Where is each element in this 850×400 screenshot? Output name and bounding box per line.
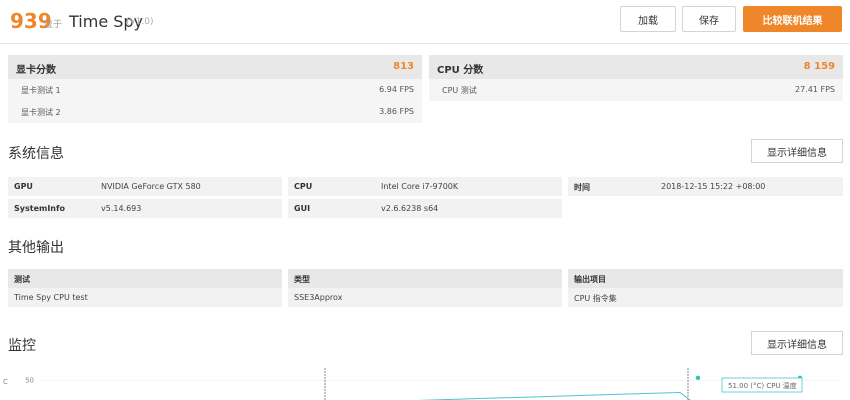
output-value-type: SSE3Approx: [288, 288, 562, 307]
other-output-title: 其他输出: [8, 240, 64, 256]
info-value: 2018-12-15 15:22 +08:00: [661, 182, 766, 191]
output-header-test: 测试: [8, 269, 282, 288]
output-header-type: 类型: [288, 269, 562, 288]
gpu-test-row: 显卡测试 2 3.86 FPS: [8, 101, 422, 123]
info-cell-gui: GUI v2.6.6238 s64: [288, 199, 562, 218]
info-cell-cpu: CPU Intel Core i7-9700K: [288, 177, 562, 196]
gpu-test-row: 显卡测试 1 6.94 FPS: [8, 79, 422, 101]
info-cell-gpu: GPU NVIDIA GeForce GTX 580: [8, 177, 282, 196]
info-value: Intel Core i7-9700K: [381, 182, 459, 191]
info-cell-time: 时间 2018-12-15 15:22 +08:00: [568, 177, 843, 196]
output-header-label: 类型: [294, 275, 310, 284]
cpu-test-value: 27.41 FPS: [795, 85, 835, 94]
output-value: CPU 指令集: [574, 294, 617, 303]
y-axis-unit: C: [3, 378, 8, 386]
save-button[interactable]: 保存: [682, 6, 736, 32]
gpu-test-value: 3.86 FPS: [379, 107, 414, 116]
info-key: GUI: [294, 204, 311, 213]
info-value: v5.14.693: [101, 204, 142, 213]
cpu-score-header: CPU 分数 8 159: [429, 55, 843, 79]
y-tick-label: 50: [25, 377, 34, 385]
gpu-score-title: 显卡分数: [16, 65, 56, 76]
gpu-test-value: 6.94 FPS: [379, 85, 414, 94]
gpu-test-label: 显卡测试 1: [21, 86, 61, 95]
cpu-test-row: CPU 测试 27.41 FPS: [429, 79, 843, 101]
monitor-chart: C 5040 51.00 (°C) CPU 温度: [3, 368, 840, 400]
output-value-item: CPU 指令集: [568, 288, 843, 307]
gpu-test-label: 显卡测试 2: [21, 108, 61, 117]
output-value-test: Time Spy CPU test: [8, 288, 282, 307]
info-key: CPU: [294, 182, 313, 191]
info-value: v2.6.6238 s64: [381, 204, 439, 213]
cpu-score-value: 8 159: [803, 61, 835, 72]
monitor-title: 监控: [8, 338, 36, 354]
cpu-temperature-line: [416, 391, 691, 400]
results-header: 939 位于 Time Spy (V1.0) 加载 保存 比较联机结果: [0, 0, 850, 44]
output-header-item: 输出项目: [568, 269, 843, 288]
score-prefix: 位于: [44, 20, 63, 30]
system-info-title: 系统信息: [8, 146, 64, 162]
chart-tooltip: 51.00 (°C) CPU 温度: [721, 377, 803, 393]
benchmark-version: (V1.0): [126, 17, 154, 27]
output-header-label: 输出项目: [574, 275, 606, 284]
chart-point-marker: [695, 375, 701, 380]
gpu-score-value: 813: [393, 61, 414, 72]
gpu-score-header: 显卡分数 813: [8, 55, 422, 79]
compare-online-button[interactable]: 比较联机结果: [743, 6, 842, 32]
info-key: GPU: [14, 182, 33, 191]
info-key: SystemInfo: [14, 204, 65, 213]
output-value: Time Spy CPU test: [14, 293, 88, 302]
output-value: SSE3Approx: [294, 293, 343, 302]
info-value: NVIDIA GeForce GTX 580: [101, 182, 201, 191]
cpu-score-panel: CPU 分数 8 159 CPU 测试 27.41 FPS: [429, 55, 843, 101]
cpu-score-title: CPU 分数: [437, 65, 484, 76]
output-header-label: 测试: [14, 275, 30, 284]
system-info-detail-button[interactable]: 显示详细信息: [751, 139, 843, 163]
tooltip-text: 51.00 (°C) CPU 温度: [728, 381, 797, 390]
load-button[interactable]: 加载: [620, 6, 676, 32]
monitor-detail-button[interactable]: 显示详细信息: [751, 331, 843, 355]
cpu-test-label: CPU 测试: [442, 86, 477, 95]
info-cell-systeminfo: SystemInfo v5.14.693: [8, 199, 282, 218]
info-key: 时间: [574, 183, 590, 192]
gpu-score-panel: 显卡分数 813 显卡测试 1 6.94 FPS 显卡测试 2 3.86 FPS: [8, 55, 422, 123]
